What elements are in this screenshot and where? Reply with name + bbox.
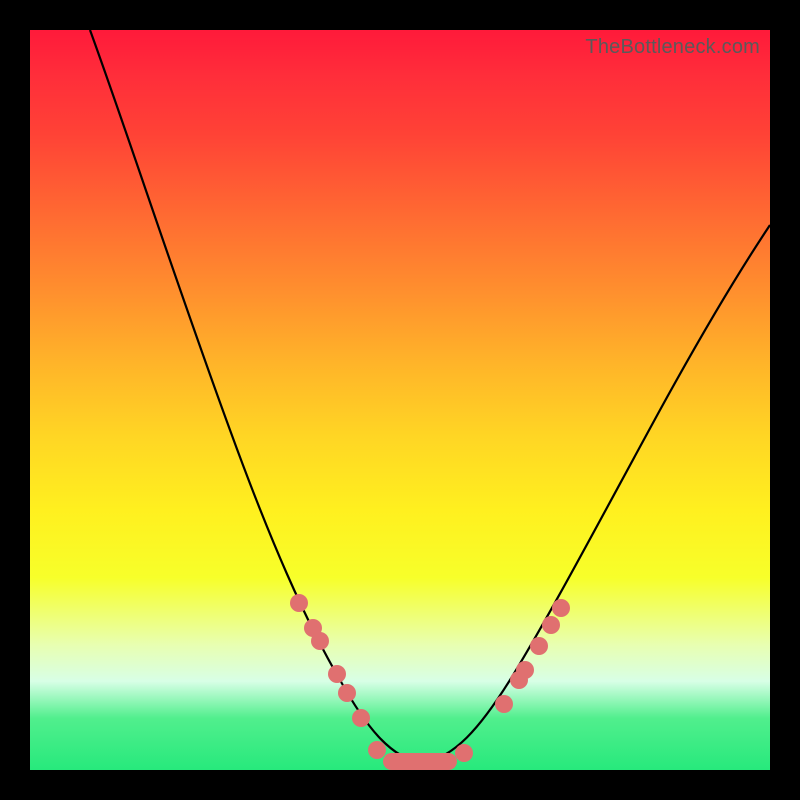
marker-dot <box>495 695 513 713</box>
curve-svg <box>30 30 770 770</box>
marker-dot <box>542 616 560 634</box>
marker-dot <box>338 684 356 702</box>
marker-dot <box>368 741 386 759</box>
marker-dot <box>455 744 473 762</box>
marker-dot <box>328 665 346 683</box>
chart-frame: TheBottleneck.com <box>0 0 800 800</box>
plot-area: TheBottleneck.com <box>30 30 770 770</box>
marker-dot <box>311 632 329 650</box>
marker-dot <box>552 599 570 617</box>
marker-dot <box>516 661 534 679</box>
bottleneck-curve <box>90 30 770 763</box>
bottom-pill <box>383 753 457 770</box>
marker-dot <box>352 709 370 727</box>
marker-dot <box>530 637 548 655</box>
marker-dot <box>290 594 308 612</box>
